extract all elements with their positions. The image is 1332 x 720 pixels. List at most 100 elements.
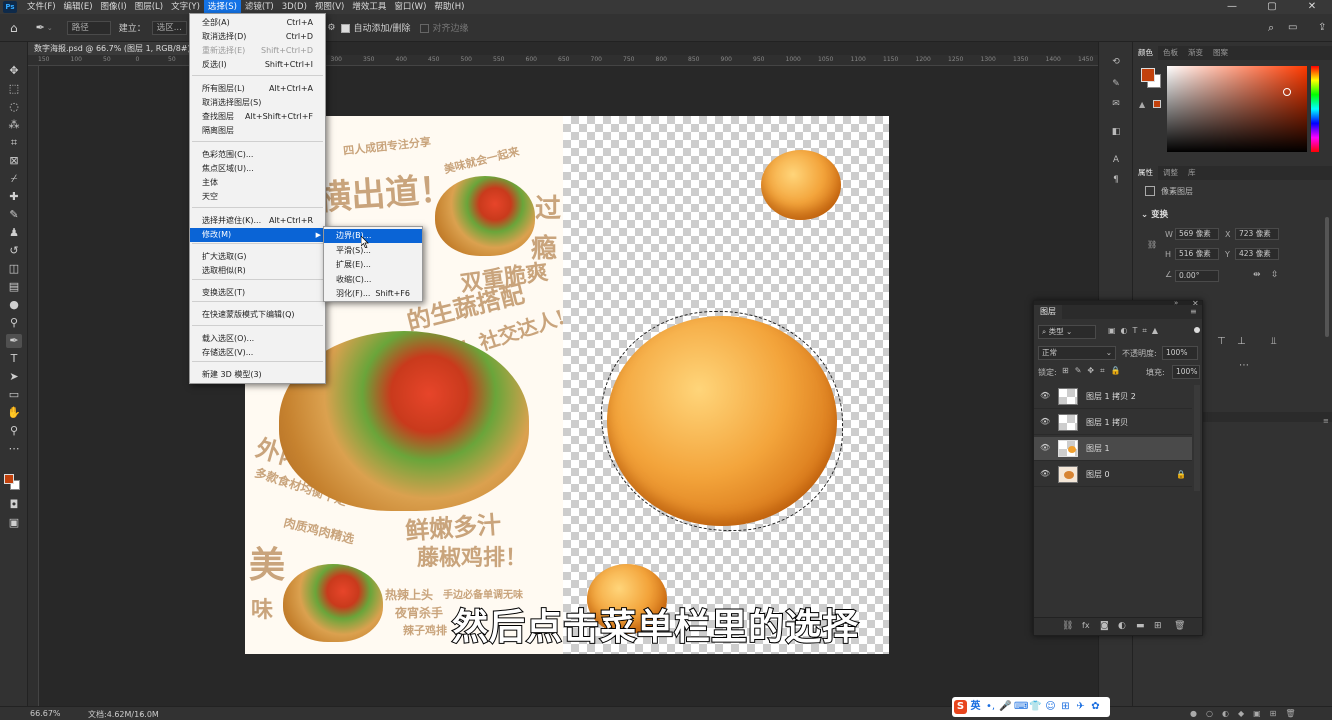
lasso-tool-icon[interactable]: ◌: [6, 100, 22, 114]
move-tool-icon[interactable]: ✥: [6, 64, 22, 78]
selection-button[interactable]: 选区...: [151, 20, 187, 35]
emoji-icon[interactable]: ☺: [1044, 700, 1057, 714]
type-tool-icon[interactable]: T: [6, 352, 22, 366]
select-menu-item[interactable]: 变换选区(T): [190, 286, 325, 300]
height-input[interactable]: 516 像素: [1175, 248, 1219, 260]
visibility-eye-icon[interactable]: 👁: [1040, 391, 1050, 401]
mic-icon[interactable]: 🎤: [999, 700, 1012, 714]
menu-window[interactable]: 窗口(W): [390, 0, 430, 14]
minimize-button[interactable]: —: [1212, 0, 1252, 14]
select-menu-item[interactable]: 色彩范围(C)...: [190, 148, 325, 162]
maximize-button[interactable]: ▢: [1252, 0, 1292, 14]
panel-scrollbar[interactable]: [1325, 217, 1329, 337]
new-group-icon[interactable]: ▬: [1136, 621, 1145, 631]
select-menu-item[interactable]: 扩大选取(G): [190, 250, 325, 264]
modify-submenu-item[interactable]: 羽化(F)... Shift+F6: [324, 287, 422, 301]
tools-icon[interactable]: ✈: [1074, 700, 1087, 714]
select-menu-item[interactable]: 存储选区(V)...: [190, 346, 325, 360]
skin-icon[interactable]: 👕: [1029, 700, 1042, 714]
tab-layers[interactable]: 图层: [1034, 305, 1062, 319]
menu-3d[interactable]: 3D(D): [278, 0, 311, 14]
eraser-tool-icon[interactable]: ◫: [6, 262, 22, 276]
select-menu-item[interactable]: 天空: [190, 190, 325, 204]
screen-mode-icon[interactable]: ▣: [6, 516, 22, 530]
crop-tool-icon[interactable]: ⌗: [6, 136, 22, 150]
tab-adjustments[interactable]: 调整: [1158, 166, 1183, 180]
zoom-level[interactable]: 66.67%: [30, 709, 61, 718]
auto-add-delete-checkbox[interactable]: 自动添加/删除: [341, 21, 410, 34]
menu-layer[interactable]: 图层(L): [131, 0, 167, 14]
swatches-icon[interactable]: ◧: [1110, 126, 1122, 138]
menu-image[interactable]: 图像(I): [97, 0, 131, 14]
select-menu-item[interactable]: 取消选择(D) Ctrl+D: [190, 30, 325, 44]
stamp-tool-icon[interactable]: ♟: [6, 226, 22, 240]
layer-name[interactable]: 图层 1 拷贝: [1086, 411, 1128, 435]
magic-wand-tool-icon[interactable]: ⁂: [6, 118, 22, 132]
menu-file[interactable]: 文件(F): [23, 0, 60, 14]
color-picker-field[interactable]: [1167, 66, 1307, 152]
panel-menu-icon[interactable]: ≡: [1323, 417, 1329, 425]
character-icon[interactable]: A: [1110, 154, 1122, 166]
layers-scrollbar[interactable]: [1194, 385, 1200, 491]
select-menu-item[interactable]: 取消选择图层(S): [190, 96, 325, 110]
settings-icon[interactable]: ✿: [1089, 700, 1102, 714]
flip-horizontal-icon[interactable]: ⇹: [1253, 270, 1261, 280]
modify-submenu-item[interactable]: 收缩(C)...: [324, 273, 422, 287]
y-input[interactable]: 423 像素: [1235, 248, 1279, 260]
fx-icon[interactable]: fx: [1082, 621, 1090, 630]
brush-settings-icon[interactable]: ✎: [1110, 78, 1122, 90]
delete-layer-icon[interactable]: 🗑: [1174, 621, 1185, 631]
pen-tool-preset-icon[interactable]: ✒: [36, 21, 45, 34]
document-canvas[interactable]: 四人成团专注分享 美味就会一起来 横出道！ 过 瘾 双重脆爽 的生蔬搭配 爽 口…: [245, 116, 889, 654]
select-menu-item[interactable]: 隔离图层: [190, 124, 325, 138]
lock-icons[interactable]: ⊞✎✥⌗🔒: [1062, 366, 1127, 376]
home-icon[interactable]: ⌂: [10, 21, 18, 35]
select-menu-item[interactable]: 载入选区(O)...: [190, 332, 325, 346]
opacity-input[interactable]: 100%: [1162, 346, 1198, 360]
align-top-icon[interactable]: ⊤: [1217, 336, 1226, 347]
grid-icon[interactable]: ⊞: [1059, 700, 1072, 714]
add-mask-icon[interactable]: ◙: [1100, 621, 1109, 631]
quick-mask-icon[interactable]: ◘: [6, 498, 22, 512]
select-menu-item[interactable]: 全部(A) Ctrl+A: [190, 16, 325, 30]
zoom-tool-icon[interactable]: ⚲: [6, 424, 22, 438]
select-menu-item[interactable]: 所有图层(L) Alt+Ctrl+A: [190, 82, 325, 96]
tab-gradients[interactable]: 渐变: [1183, 46, 1208, 60]
select-menu-item[interactable]: 选择并遮住(K)... Alt+Ctrl+R: [190, 214, 325, 228]
width-input[interactable]: 569 像素: [1175, 228, 1219, 240]
close-window-button[interactable]: ✕: [1292, 0, 1332, 14]
layer-name[interactable]: 图层 1 拷贝 2: [1086, 385, 1136, 409]
color-picker-handle[interactable]: [1283, 88, 1291, 96]
select-menu-item[interactable]: 新建 3D 模型(3): [190, 368, 325, 382]
align-bottom-icon[interactable]: ⫫: [1271, 336, 1277, 347]
workspace-icon[interactable]: ▭: [1288, 22, 1297, 33]
bottom-panel-icons[interactable]: ●○◐◆▣⊞🗑: [1190, 709, 1305, 718]
menu-edit[interactable]: 编辑(E): [60, 0, 97, 14]
tab-swatches[interactable]: 色板: [1158, 46, 1183, 60]
menu-plugins[interactable]: 增效工具: [348, 0, 390, 14]
menu-filter[interactable]: 滤镜(T): [241, 0, 278, 14]
select-menu-item[interactable]: 选取相似(R): [190, 264, 325, 278]
select-menu-item[interactable]: 焦点区域(U)...: [190, 162, 325, 176]
adjustment-layer-icon[interactable]: ◐: [1118, 621, 1126, 631]
link-icon[interactable]: ⛓: [1147, 240, 1157, 249]
layer-row[interactable]: 👁 图层 1 拷贝 2: [1034, 385, 1192, 409]
visibility-eye-icon[interactable]: 👁: [1040, 443, 1050, 453]
color-fg-swatch[interactable]: [1141, 68, 1155, 82]
search-icon[interactable]: ⌕: [1268, 21, 1274, 35]
tab-properties[interactable]: 属性: [1133, 166, 1158, 180]
visibility-eye-icon[interactable]: 👁: [1040, 469, 1050, 479]
visibility-eye-icon[interactable]: 👁: [1040, 417, 1050, 427]
paragraph-icon[interactable]: ¶: [1110, 174, 1122, 186]
new-layer-icon[interactable]: ⊞: [1154, 621, 1162, 631]
layer-row[interactable]: 👁 图层 1 拷贝: [1034, 411, 1192, 435]
fill-input[interactable]: 100%: [1172, 365, 1200, 379]
hand-tool-icon[interactable]: ✋: [6, 406, 22, 420]
layers-menu-icon[interactable]: ≡: [1190, 305, 1197, 319]
tab-libraries[interactable]: 库: [1183, 166, 1201, 180]
blend-mode-select[interactable]: 正常 ⌄: [1038, 346, 1116, 360]
foreground-color-swatch[interactable]: [4, 474, 14, 484]
layer-row[interactable]: 👁 图层 0 🔒: [1034, 463, 1192, 487]
layer-row-selected[interactable]: 👁 图层 1: [1034, 437, 1192, 461]
share-icon[interactable]: ⇪: [1318, 22, 1326, 33]
